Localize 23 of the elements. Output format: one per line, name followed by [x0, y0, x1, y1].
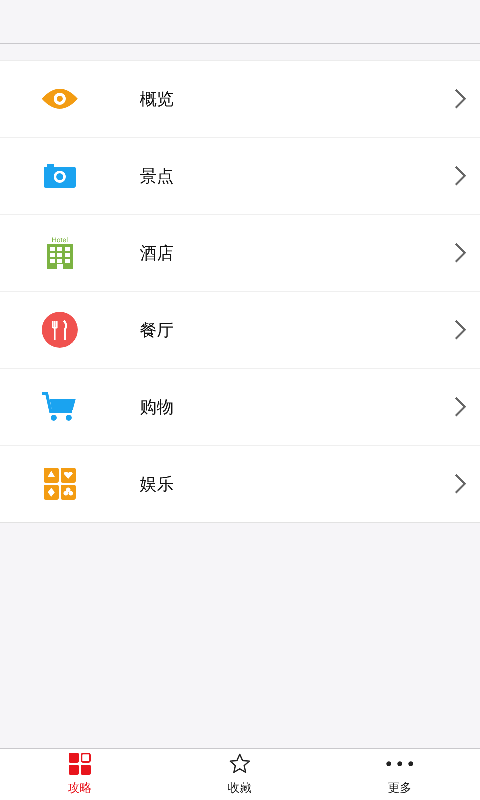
- eye-icon: [42, 87, 78, 111]
- menu-label: 餐厅: [139, 320, 175, 342]
- chevron-icon: [455, 89, 466, 109]
- cart-icon: [42, 392, 78, 422]
- menu-label: 概览: [139, 88, 175, 110]
- chevron-icon: [455, 320, 466, 340]
- card-suits-icon: [44, 468, 76, 500]
- fork-knife-icon: [42, 312, 78, 348]
- more-icon: [386, 761, 414, 767]
- chevron-icon: [455, 397, 466, 417]
- star-icon: [229, 753, 251, 775]
- camera-icon: [44, 164, 76, 188]
- chevron-icon: [455, 243, 466, 263]
- chevron-icon: [455, 166, 466, 186]
- tab[interactable]: 收藏: [160, 749, 320, 800]
- tab[interactable]: 攻略: [0, 749, 160, 800]
- menu-label: 娱乐: [139, 474, 175, 496]
- tab[interactable]: 更多: [320, 749, 480, 800]
- menu-label: 酒店: [139, 242, 175, 264]
- chevron-icon: [455, 474, 466, 494]
- grid-icon: [69, 753, 91, 775]
- menu-label: 购物: [139, 396, 175, 418]
- menu-label: 景点: [139, 166, 175, 188]
